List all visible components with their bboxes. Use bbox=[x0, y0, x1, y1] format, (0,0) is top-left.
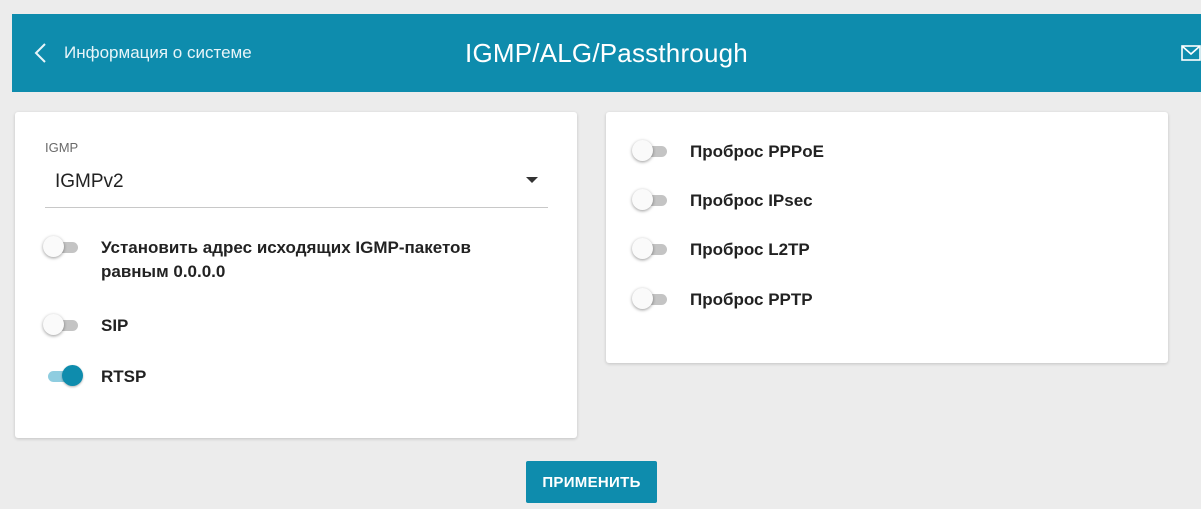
toggle-knob bbox=[632, 288, 653, 309]
toggle-row-rtsp: RTSP bbox=[43, 365, 146, 389]
igmp-version-select[interactable]: IGMPv2 bbox=[45, 164, 548, 208]
igmp-select-label: IGMP bbox=[45, 140, 79, 155]
l2tp-passthrough-label: Проброс L2TP bbox=[690, 240, 810, 259]
dropdown-caret-icon bbox=[526, 177, 538, 183]
toggle-row-pppoe: Проброс PPPoE bbox=[632, 140, 824, 164]
toggle-knob bbox=[43, 314, 64, 335]
igmp-settings-card: IGMP IGMPv2 Установить адрес исходящих I… bbox=[15, 112, 577, 438]
toggle-row-pptp: Проброс PPTP bbox=[632, 288, 813, 312]
passthrough-card: Проброс PPPoE Проброс IPsec Проброс L2TP… bbox=[606, 112, 1168, 363]
sip-label: SIP bbox=[101, 316, 129, 335]
toggle-row-igmp-source-address: Установить адрес исходящих IGMP-пакетов … bbox=[43, 236, 471, 284]
toggle-knob bbox=[632, 238, 653, 259]
back-link-label: Информация о системе bbox=[64, 43, 252, 62]
toggle-row-ipsec: Проброс IPsec bbox=[632, 189, 813, 213]
pppoe-passthrough-label: Проброс PPPoE bbox=[690, 142, 824, 161]
toggle-row-sip: SIP bbox=[43, 314, 128, 338]
toggle-knob bbox=[43, 236, 64, 257]
toggle-knob bbox=[632, 189, 653, 210]
igmp-source-address-label: Установить адрес исходящих IGMP-пакетов … bbox=[101, 238, 471, 281]
toggle-row-l2tp: Проброс L2TP bbox=[632, 238, 810, 262]
chevron-left-icon bbox=[34, 43, 46, 63]
toggle-knob bbox=[62, 365, 83, 386]
sip-toggle[interactable] bbox=[43, 314, 81, 336]
l2tp-passthrough-toggle[interactable] bbox=[632, 238, 670, 260]
ipsec-passthrough-toggle[interactable] bbox=[632, 189, 670, 211]
left-panel-edge bbox=[0, 92, 12, 509]
pptp-passthrough-label: Проброс PPTP bbox=[690, 290, 813, 309]
pptp-passthrough-toggle[interactable] bbox=[632, 288, 670, 310]
ipsec-passthrough-label: Проброс IPsec bbox=[690, 191, 813, 210]
header-bar: Информация о системе IGMP/ALG/Passthroug… bbox=[12, 14, 1201, 92]
apply-button[interactable]: ПРИМЕНИТЬ bbox=[526, 461, 657, 503]
back-link[interactable]: Информация о системе bbox=[32, 39, 252, 67]
rtsp-toggle[interactable] bbox=[43, 365, 83, 387]
envelope-icon[interactable] bbox=[1181, 45, 1201, 61]
igmp-source-address-toggle[interactable] bbox=[43, 236, 81, 258]
rtsp-label: RTSP bbox=[101, 367, 147, 386]
igmp-selected-value: IGMPv2 bbox=[55, 171, 124, 192]
pppoe-passthrough-toggle[interactable] bbox=[632, 140, 670, 162]
toggle-knob bbox=[632, 140, 653, 161]
